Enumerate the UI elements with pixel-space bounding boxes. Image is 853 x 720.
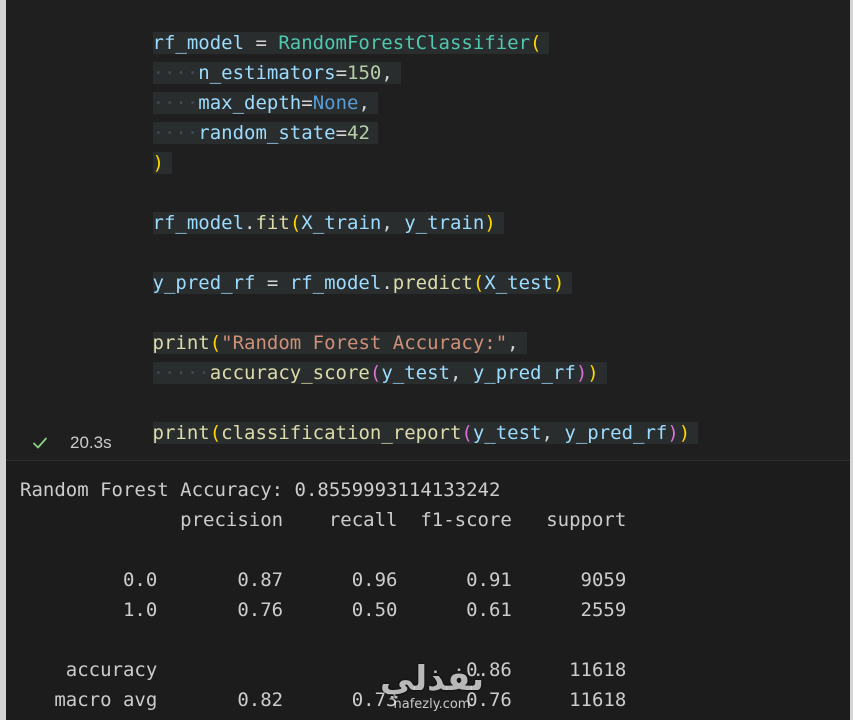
code-token: classification_report [221,422,462,444]
code-line[interactable]: rf_model.fit(X_train, y_train) [61,178,504,234]
code-line[interactable]: print(classification_report(y_test, y_pr… [61,388,699,444]
code-token: = [255,272,290,294]
code-line[interactable]: print("Random Forest Accuracy:", [61,298,527,354]
accuracy-output-line: Random Forest Accuracy: 0.85599931141332… [20,479,501,501]
code-line[interactable]: y_pred_rf = rf_model.predict(X_test) [61,238,573,294]
report-row: 1.0 0.76 0.50 0.61 2559 [20,599,627,621]
code-token: . [381,272,393,294]
code-token: ) [678,422,691,444]
code-token: ( [289,212,302,234]
code-token: rf_model [289,272,382,294]
code-token: ) [667,422,679,444]
code-token: y_test [381,362,450,384]
code-line[interactable]: ) [61,118,172,174]
code-token: , [381,62,393,84]
code-line[interactable]: rf_model = RandomForestClassifier( [61,0,550,54]
code-token: X_test [484,272,553,294]
code-token: X_train [301,212,382,234]
code-token: y_pred_rf [472,362,576,384]
code-token: . [244,212,256,234]
code-line[interactable]: ····random_state=42 [61,88,378,144]
code-token: predict [392,272,473,294]
code-token: random_state [198,122,336,144]
code-token: ( [472,272,485,294]
code-token: ) [587,362,599,384]
code-token: 42 [347,122,370,144]
code-token: ( [461,422,473,444]
code-token: , [381,212,405,234]
cell-output[interactable]: Random Forest Accuracy: 0.85599931141332… [6,460,850,720]
code-token: ) [152,152,164,174]
code-line[interactable]: ····max_depth=None, [61,58,378,114]
code-cell[interactable]: rf_model = RandomForestClassifier( ····n… [6,0,850,458]
report-header: precision recall f1-score support [20,509,627,531]
report-row: macro avg 0.82 0.73 0.76 11618 [20,689,627,711]
code-token: , [449,362,473,384]
report-row: accuracy 0.86 11618 [20,659,627,681]
report-row: 0.0 0.87 0.96 0.91 9059 [20,569,627,591]
check-icon [33,437,47,449]
code-token: fit [255,212,290,234]
execution-time: 20.3s [70,433,112,452]
code-token: print [152,422,210,444]
code-line[interactable]: ·····accuracy_score(y_test, y_pred_rf)) [61,328,607,384]
code-token: ) [575,362,588,384]
code-token: rf_model [152,212,245,234]
whitespace-marker: ····· [152,362,210,384]
code-token: accuracy_score [209,362,370,384]
code-token: = [335,122,348,144]
code-token: ) [484,212,496,234]
code-token: y_test [472,422,542,444]
code-token: y_pred_rf [564,422,668,444]
code-token: y_train [404,212,485,234]
code-token: , [541,422,565,444]
code-token: ( [209,422,222,444]
code-token: ) [552,272,565,294]
screenshot-frame: rf_model = RandomForestClassifier( ····n… [0,0,853,720]
code-token: ( [369,362,382,384]
code-token: ( [530,32,542,54]
code-token: y_pred_rf [152,272,256,294]
code-line[interactable]: ····n_estimators=150, [61,28,401,84]
